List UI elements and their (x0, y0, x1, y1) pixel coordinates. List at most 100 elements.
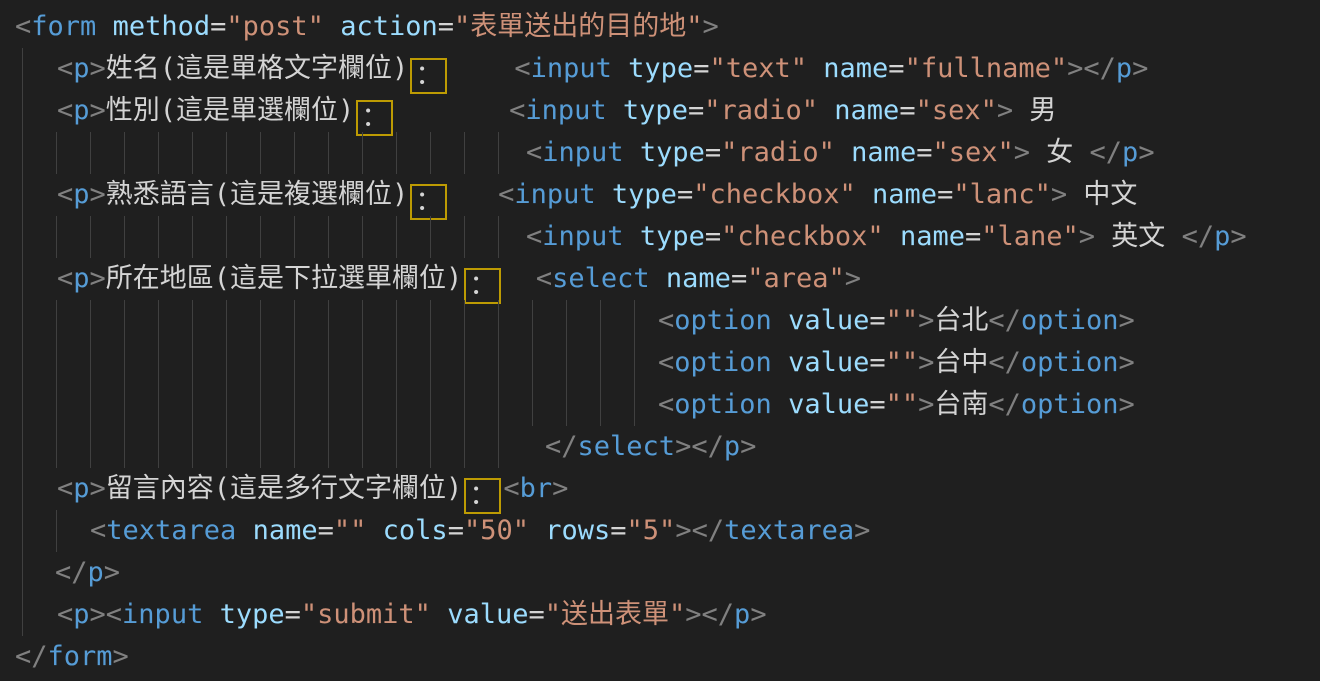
code-line-15[interactable]: <p><input type="submit" value="送出表單"></p… (0, 594, 1320, 636)
token-equals-operator: = (916, 137, 932, 168)
token-attribute-name: cols (383, 515, 448, 546)
token-plain-text: 英文 (1095, 221, 1182, 252)
token-plain-text: 性別(這是單選欄位) (106, 95, 355, 126)
token-punctuation: < (90, 515, 106, 546)
token-plain-text (818, 95, 834, 126)
token-string-value: "" (334, 515, 367, 546)
token-punctuation: ></ (675, 431, 724, 462)
token-string-value: "text" (709, 53, 807, 84)
token-equals-operator: = (318, 515, 334, 546)
token-attribute-name: value (447, 599, 528, 630)
token-plain-text (449, 179, 498, 210)
token-equals-operator: = (688, 95, 704, 126)
token-punctuation: < (498, 179, 514, 210)
token-punctuation: < (526, 137, 542, 168)
token-equals-operator: = (438, 11, 454, 42)
token-punctuation: > (104, 557, 120, 588)
token-tag-name: p (73, 473, 89, 504)
token-attribute-name: name (851, 137, 916, 168)
token-tag-name: p (73, 263, 89, 294)
token-tag-name: p (1116, 53, 1132, 84)
code-line-13[interactable]: <textarea name="" cols="50" rows="5"></t… (0, 510, 1320, 552)
code-line-7[interactable]: <p>所在地區(這是下拉選單欄位)： <select name="area"> (0, 258, 1320, 300)
code-line-6[interactable]: <input type="checkbox" name="lane"> 英文 <… (0, 216, 1320, 258)
token-equals-operator: = (731, 263, 747, 294)
token-tag-name: form (31, 11, 96, 42)
unicode-highlight-fullwidth-colon: ： (356, 100, 393, 136)
token-attribute-name: type (640, 137, 705, 168)
token-punctuation: < (57, 473, 73, 504)
token-plain-text (650, 263, 666, 294)
token-string-value: "送出表單" (545, 599, 686, 630)
token-string-value: "5" (627, 515, 676, 546)
code-line-2[interactable]: <p>姓名(這是單格文字欄位)： <input type="text" name… (0, 48, 1320, 90)
token-plain-text (607, 95, 623, 126)
token-punctuation: > (1051, 179, 1067, 210)
code-line-3[interactable]: <p>性別(這是單選欄位)： <input type="radio" name=… (0, 90, 1320, 132)
token-string-value: "radio" (721, 137, 835, 168)
token-plain-text (366, 515, 382, 546)
code-line-14[interactable]: </p> (0, 552, 1320, 594)
token-equals-operator: = (210, 11, 226, 42)
token-string-value: "" (886, 347, 919, 378)
token-tag-name: p (73, 95, 89, 126)
token-punctuation: ></ (685, 599, 734, 630)
token-punctuation: < (15, 11, 31, 42)
code-line-4[interactable]: <input type="radio" name="sex"> 女 </p> (0, 132, 1320, 174)
token-tag-name: input (542, 137, 623, 168)
token-tag-name: option (674, 347, 772, 378)
token-plain-text (772, 305, 788, 336)
token-punctuation: < (57, 53, 73, 84)
code-line-9[interactable]: <option value="">台中</option> (0, 342, 1320, 384)
token-plain-text (772, 347, 788, 378)
unicode-highlight-fullwidth-colon: ： (410, 184, 447, 220)
token-attribute-name: type (628, 53, 693, 84)
unicode-highlight-fullwidth-colon: ： (464, 268, 501, 304)
token-tag-name: p (1214, 221, 1230, 252)
token-punctuation: > (918, 347, 934, 378)
code-line-5[interactable]: <p>熟悉語言(這是複選欄位)： <input type="checkbox" … (0, 174, 1320, 216)
token-punctuation: </ (988, 389, 1021, 420)
token-punctuation: > (1118, 305, 1134, 336)
token-attribute-name: name (253, 515, 318, 546)
token-punctuation: > (1014, 137, 1030, 168)
token-punctuation: > (740, 431, 756, 462)
token-attribute-name: value (788, 305, 869, 336)
token-plain-text (624, 137, 640, 168)
token-punctuation: < (57, 263, 73, 294)
token-punctuation: < (57, 179, 73, 210)
token-tag-name: p (73, 599, 89, 630)
token-string-value: "" (886, 305, 919, 336)
code-editor[interactable]: <form method="post" action="表單送出的目的地"><p… (0, 0, 1320, 681)
token-string-value: "lanc" (953, 179, 1051, 210)
token-plain-text (529, 515, 545, 546)
token-punctuation: > (90, 179, 106, 210)
token-plain-text (431, 599, 447, 630)
token-attribute-name: name (872, 179, 937, 210)
token-punctuation: < (658, 305, 674, 336)
token-punctuation: > (1118, 347, 1134, 378)
token-punctuation: > (997, 95, 1013, 126)
token-punctuation: < (526, 221, 542, 252)
code-line-12[interactable]: <p>留言內容(這是多行文字欄位)：<br> (0, 468, 1320, 510)
token-equals-operator: = (610, 515, 626, 546)
token-equals-operator: = (888, 53, 904, 84)
token-plain-text: 所在地區(這是下拉選單欄位) (106, 263, 463, 294)
token-punctuation: < (514, 53, 530, 84)
token-string-value: "post" (226, 11, 324, 42)
code-line-10[interactable]: <option value="">台南</option> (0, 384, 1320, 426)
token-punctuation: > (854, 515, 870, 546)
code-line-8[interactable]: <option value="">台北</option> (0, 300, 1320, 342)
token-plain-text: 台南 (934, 389, 988, 420)
code-line-16[interactable]: </form> (0, 636, 1320, 678)
code-line-1[interactable]: <form method="post" action="表單送出的目的地"> (0, 6, 1320, 48)
token-punctuation: > (703, 11, 719, 42)
token-plain-text (856, 179, 872, 210)
token-punctuation: > (552, 473, 568, 504)
token-attribute-name: value (788, 389, 869, 420)
token-punctuation: > (90, 95, 106, 126)
token-string-value: "表單送出的目的地" (454, 11, 703, 42)
token-plain-text (395, 95, 509, 126)
token-equals-operator: = (869, 305, 885, 336)
code-line-11[interactable]: </select></p> (0, 426, 1320, 468)
